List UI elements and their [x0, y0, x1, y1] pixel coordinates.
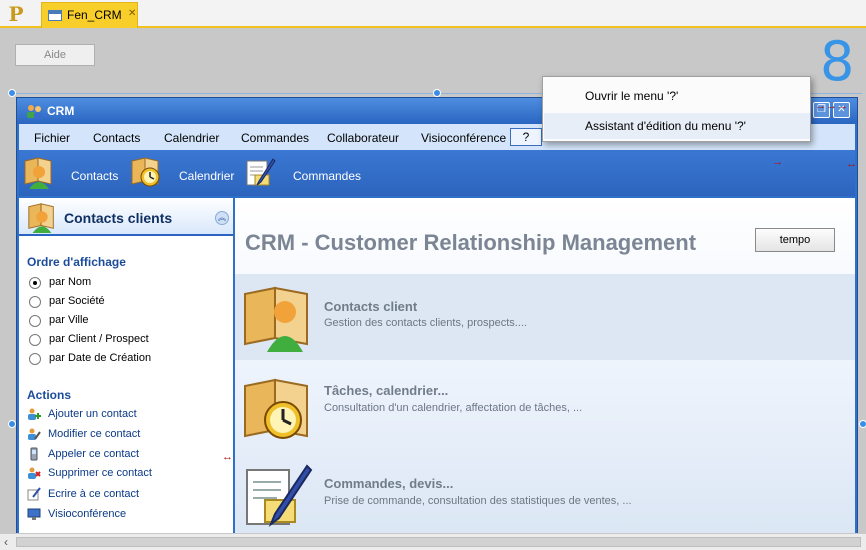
anchor-arrow-icon: → — [772, 156, 783, 168]
main-panel: CRM - Customer Relationship Management t… — [235, 198, 855, 536]
menu-item-label: Ouvrir le menu '?' — [585, 89, 679, 103]
menu-help[interactable]: ? — [510, 128, 542, 146]
scrollbar-thumb[interactable] — [16, 537, 861, 547]
anchor-arrow-icon: ↔ — [222, 451, 233, 463]
action-label: Appeler ce contact — [48, 448, 140, 460]
action-label: Modifier ce contact — [48, 428, 141, 440]
contacts-icon[interactable] — [22, 155, 56, 189]
radio-button[interactable] — [29, 296, 41, 308]
menu-item-ouvrir[interactable]: Ouvrir le menu '?' — [544, 83, 810, 109]
context-menu: Ouvrir le menu '?' Assistant d'édition d… — [542, 76, 811, 142]
radio-button[interactable] — [29, 277, 41, 289]
page-title: CRM - Customer Relationship Management — [245, 230, 697, 255]
radio-label: par Client / Prospect — [49, 333, 149, 345]
calendar-icon[interactable] — [129, 155, 163, 189]
action-label: Visioconférence — [48, 508, 127, 520]
radio-label: par Ville — [49, 314, 89, 326]
horizontal-scrollbar[interactable]: ‹ — [0, 533, 866, 550]
feature-taches-calendrier[interactable]: Tâches, calendrier... Consultation d'un … — [235, 366, 855, 452]
add-user-icon — [28, 408, 41, 420]
project-logo-icon[interactable]: P — [4, 3, 28, 25]
left-panel-header: Contacts clients ︽ — [19, 198, 233, 236]
feature-title: Commandes, devis... — [324, 476, 454, 491]
tempo-button[interactable]: tempo — [755, 228, 835, 252]
aide-button[interactable]: Aide — [15, 44, 95, 66]
toolbar-contacts-label[interactable]: Contacts — [71, 169, 118, 183]
feature-title: Contacts client — [324, 299, 418, 314]
contacts-clients-icon — [28, 203, 54, 233]
order-heading: Ordre d'affichage — [27, 255, 126, 269]
video-conference-icon — [27, 508, 41, 520]
menu-commandes[interactable]: Commandes — [241, 131, 309, 145]
resize-handle-right[interactable] — [859, 420, 866, 428]
edit-user-icon — [28, 428, 41, 440]
feature-desc: Consultation d'un calendrier, affectatio… — [324, 402, 583, 414]
contacts-book-icon — [244, 286, 308, 352]
resize-handle-left[interactable] — [8, 420, 16, 428]
radio-label: par Date de Création — [49, 352, 152, 364]
window-icon — [48, 10, 62, 21]
left-panel-title: Contacts clients — [64, 210, 173, 226]
calendar-clock-icon — [244, 378, 308, 439]
crm-users-icon — [27, 105, 42, 118]
tab-fen-crm[interactable]: Fen_CRM ✕ — [41, 2, 138, 28]
anchor-arrow-icon: ↔ — [846, 158, 857, 170]
tab-order-indicator: 8 — [820, 30, 855, 93]
resize-handle-top-left[interactable] — [8, 89, 16, 97]
toolbar: Contacts Calendrier Commandes — [19, 150, 855, 196]
toolbar-commandes-label[interactable]: Commandes — [293, 169, 361, 183]
action-label: Ajouter un contact — [48, 408, 137, 420]
menu-contacts[interactable]: Contacts — [93, 131, 140, 145]
phone-icon — [30, 447, 38, 461]
feature-title: Tâches, calendrier... — [324, 383, 449, 398]
feature-contacts-client[interactable]: Contacts client Gestion des contacts cli… — [235, 274, 855, 360]
menu-calendrier[interactable]: Calendrier — [164, 131, 219, 145]
scroll-left-icon[interactable]: ‹ — [4, 535, 8, 549]
editor-tab-bar: P Fen_CRM ✕ — [0, 0, 866, 28]
orders-icon[interactable] — [243, 155, 277, 189]
resize-handle-top[interactable] — [433, 89, 441, 97]
left-panel: Contacts clients ︽ Ordre d'affichage par… — [19, 198, 233, 536]
close-icon[interactable]: ✕ — [128, 8, 136, 19]
tab-label: Fen_CRM — [67, 8, 122, 22]
collapse-icon[interactable]: ︽ — [215, 211, 229, 225]
orders-document-icon — [246, 464, 313, 527]
action-label: Ecrire à ce contact — [48, 488, 140, 500]
crm-window: CRM ❐ ✕ Fichier Contacts Calendrier Comm… — [16, 97, 858, 537]
action-label: Supprimer ce contact — [48, 467, 152, 479]
toolbar-calendrier-label[interactable]: Calendrier — [179, 169, 234, 183]
radio-button[interactable] — [29, 353, 41, 365]
menu-visioconference[interactable]: Visioconférence — [421, 131, 506, 145]
radio-button[interactable] — [29, 334, 41, 346]
menu-item-label: Assistant d'édition du menu '?' — [585, 119, 746, 133]
feature-desc: Prise de commande, consultation des stat… — [324, 495, 632, 507]
actions-heading: Actions — [27, 388, 72, 402]
menu-collaborateur[interactable]: Collaborateur — [327, 131, 399, 145]
radio-label: par Nom — [49, 276, 92, 288]
window-title: CRM — [47, 104, 75, 118]
feature-commandes-devis[interactable]: Commandes, devis... Prise de commande, c… — [235, 454, 855, 536]
write-icon — [27, 487, 41, 501]
delete-user-icon — [28, 467, 41, 479]
radio-button[interactable] — [29, 315, 41, 327]
menu-fichier[interactable]: Fichier — [34, 131, 70, 145]
anchor-arrow-icon: →→→ — [815, 100, 848, 112]
menu-item-assistant[interactable]: Assistant d'édition du menu '?' — [544, 113, 810, 139]
feature-desc: Gestion des contacts clients, prospects.… — [324, 317, 527, 329]
radio-label: par Société — [49, 295, 105, 307]
